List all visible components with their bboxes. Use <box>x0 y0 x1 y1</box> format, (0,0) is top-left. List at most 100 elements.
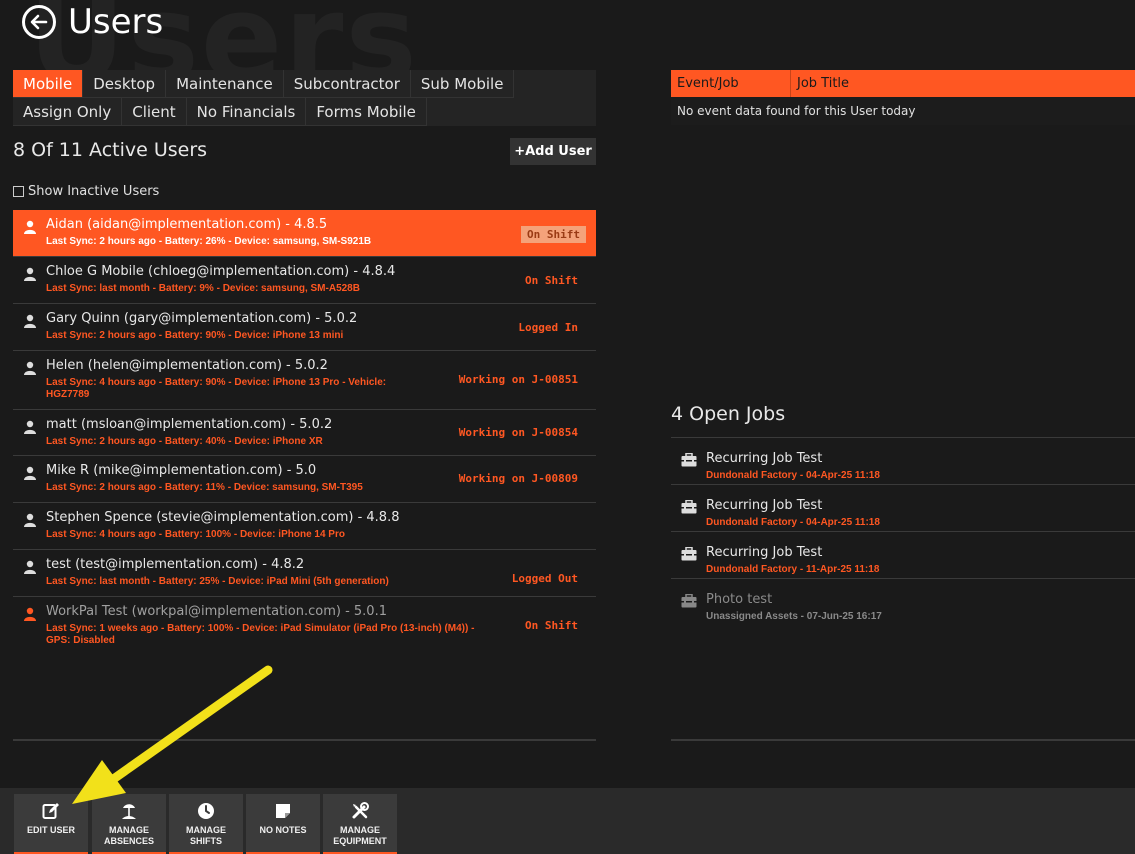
user-row-mike[interactable]: Mike R (mike@implementation.com) - 5.0 L… <box>13 456 596 503</box>
manage-equipment-label: MANAGE EQUIPMENT <box>333 825 387 846</box>
user-status: On Shift <box>521 226 586 243</box>
user-details: Last Sync: 1 weeks ago - Battery: 100% -… <box>46 623 475 646</box>
user-icon <box>24 466 36 480</box>
user-status: Logged Out <box>511 572 578 585</box>
page-title: Users <box>68 2 164 42</box>
no-notes-button[interactable]: NO NOTES <box>246 794 320 854</box>
tab-client[interactable]: Client <box>122 98 187 126</box>
job-details: Dundonald Factory - 04-Apr-25 11:18 <box>706 470 880 481</box>
show-inactive-checkbox[interactable] <box>13 186 24 197</box>
event-table-header: Event/Job Job Title <box>671 70 1135 97</box>
user-row-test[interactable]: test (test@implementation.com) - 4.8.2 L… <box>13 550 596 597</box>
show-inactive-toggle[interactable]: Show Inactive Users <box>13 184 159 199</box>
user-status: Working on J-00854 <box>458 426 578 439</box>
user-icon <box>24 361 36 375</box>
tab-subcontractor[interactable]: Subcontractor <box>283 70 411 98</box>
user-icon <box>24 560 36 574</box>
tools-icon <box>352 802 369 819</box>
user-name: WorkPal Test (workpal@implementation.com… <box>46 604 387 619</box>
user-status: On Shift <box>525 619 578 632</box>
user-icon <box>24 314 36 328</box>
user-icon <box>24 607 36 621</box>
tab-mobile[interactable]: Mobile <box>13 70 84 98</box>
user-row-workpal[interactable]: WorkPal Test (workpal@implementation.com… <box>13 597 596 655</box>
manage-shifts-button[interactable]: MANAGE SHIFTS <box>169 794 243 854</box>
tab-maintenance[interactable]: Maintenance <box>166 70 284 98</box>
user-row-matt[interactable]: matt (msloan@implementation.com) - 5.0.2… <box>13 410 596 456</box>
job-row[interactable]: Recurring Job Test Dundonald Factory - 0… <box>671 438 1135 485</box>
user-row-chloe[interactable]: Chloe G Mobile (chloeg@implementation.co… <box>13 257 596 304</box>
job-details: Dundonald Factory - 11-Apr-25 11:18 <box>706 564 880 575</box>
user-details: Last Sync: 2 hours ago - Battery: 40% - … <box>46 436 323 447</box>
edit-icon <box>42 803 59 819</box>
column-event-job: Event/Job <box>671 70 791 97</box>
user-details: Last Sync: 4 hours ago - Battery: 100% -… <box>46 529 345 540</box>
open-jobs-title: 4 Open Jobs <box>671 403 786 425</box>
event-empty-message: No event data found for this User today <box>671 97 1135 125</box>
job-row[interactable]: Recurring Job Test Dundonald Factory - 1… <box>671 532 1135 579</box>
user-details: Last Sync: 4 hours ago - Battery: 90% - … <box>46 377 387 400</box>
show-inactive-label: Show Inactive Users <box>28 184 160 199</box>
user-status: Logged In <box>518 321 578 334</box>
user-icon <box>24 420 36 434</box>
active-users-count: 8 Of 11 Active Users <box>13 139 208 161</box>
user-row-stephen[interactable]: Stephen Spence (stevie@implementation.co… <box>13 503 596 550</box>
user-status: On Shift <box>525 274 578 287</box>
clock-icon <box>198 803 214 819</box>
bottom-toolbar: EDIT USER MANAGE ABSENCES MANAGE SHIFTS … <box>0 788 1135 854</box>
umbrella-beach-icon <box>122 804 136 819</box>
open-jobs-list: Recurring Job Test Dundonald Factory - 0… <box>671 437 1135 626</box>
manage-absences-button[interactable]: MANAGE ABSENCES <box>92 794 166 854</box>
job-row[interactable]: Photo test Unassigned Assets - 07-Jun-25… <box>671 579 1135 626</box>
user-icon <box>24 267 36 281</box>
edit-user-label: EDIT USER <box>26 825 75 835</box>
job-details: Dundonald Factory - 04-Apr-25 11:18 <box>706 517 880 528</box>
tab-desktop[interactable]: Desktop <box>83 70 167 98</box>
user-name: Aidan (aidan@implementation.com) - 4.8.5 <box>46 217 328 232</box>
user-row-aidan[interactable]: Aidan (aidan@implementation.com) - 4.8.5… <box>13 210 596 257</box>
column-job-title: Job Title <box>797 76 850 91</box>
job-name: Recurring Job Test <box>706 545 823 560</box>
user-list: Aidan (aidan@implementation.com) - 4.8.5… <box>13 210 596 655</box>
page-header: Users <box>22 2 163 42</box>
user-icon <box>24 220 36 234</box>
user-details: Last Sync: last month - Battery: 9% - De… <box>46 283 360 294</box>
back-button[interactable] <box>22 5 56 39</box>
user-details: Last Sync: 2 hours ago - Battery: 90% - … <box>46 330 344 341</box>
user-row-helen[interactable]: Helen (helen@implementation.com) - 5.0.2… <box>13 351 596 410</box>
job-details: Unassigned Assets - 07-Jun-25 16:17 <box>706 611 882 622</box>
user-details: Last Sync: 2 hours ago - Battery: 26% - … <box>46 236 372 247</box>
no-notes-label: NO NOTES <box>259 825 307 835</box>
user-name: Stephen Spence (stevie@implementation.co… <box>46 510 400 525</box>
toolbox-icon <box>681 594 697 608</box>
manage-equipment-button[interactable]: MANAGE EQUIPMENT <box>323 794 397 854</box>
user-details: Last Sync: last month - Battery: 25% - D… <box>46 576 389 587</box>
tab-forms-mobile[interactable]: Forms Mobile <box>306 98 427 126</box>
user-row-gary[interactable]: Gary Quinn (gary@implementation.com) - 5… <box>13 304 596 351</box>
tab-sub-mobile[interactable]: Sub Mobile <box>410 70 515 98</box>
user-name: Chloe G Mobile (chloeg@implementation.co… <box>46 264 396 279</box>
job-row[interactable]: Recurring Job Test Dundonald Factory - 0… <box>671 485 1135 532</box>
toolbox-icon <box>681 453 697 467</box>
arrow-left-icon <box>30 14 48 30</box>
toolbox-icon <box>681 547 697 561</box>
user-details: Last Sync: 2 hours ago - Battery: 11% - … <box>46 482 363 493</box>
user-status: Working on J-00851 <box>458 373 578 386</box>
user-name: Helen (helen@implementation.com) - 5.0.2 <box>46 358 328 373</box>
tab-assign-only[interactable]: Assign Only <box>13 98 123 126</box>
event-table: Event/Job Job Title No event data found … <box>671 70 1135 125</box>
edit-user-button[interactable]: EDIT USER <box>14 794 88 854</box>
job-name: Photo test <box>706 592 773 607</box>
tab-no-financials[interactable]: No Financials <box>186 98 307 126</box>
user-icon <box>24 513 36 527</box>
users-panel-divider <box>13 739 596 741</box>
user-status: Working on J-00809 <box>458 472 578 485</box>
job-name: Recurring Job Test <box>706 451 823 466</box>
manage-absences-label: MANAGE ABSENCES <box>103 825 154 846</box>
sticky-note-icon <box>276 804 290 818</box>
user-name: Gary Quinn (gary@implementation.com) - 5… <box>46 311 358 326</box>
add-user-button[interactable]: +Add User <box>510 138 596 165</box>
toolbox-icon <box>681 500 697 514</box>
manage-shifts-label: MANAGE SHIFTS <box>186 825 226 846</box>
jobs-panel-divider <box>671 739 1135 741</box>
